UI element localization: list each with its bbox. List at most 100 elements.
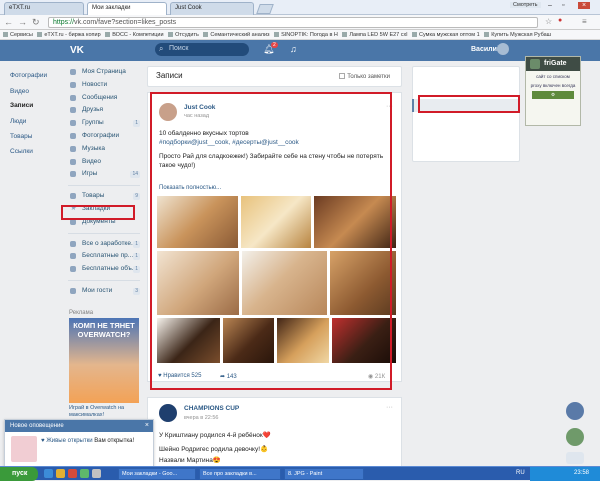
chat-icon[interactable]: [566, 452, 584, 464]
filter-links[interactable]: Ссылки: [10, 148, 33, 155]
bag-icon: [70, 193, 76, 200]
bookmark-item[interactable]: Отсудить: [168, 30, 199, 38]
post-author[interactable]: CHAMPIONS CUP: [184, 405, 239, 412]
maximize-icon[interactable]: ▫: [562, 2, 564, 9]
advertisement[interactable]: Реклама КОМП НЕ ТЯНЕТ OVERWATCH? Играй в…: [69, 310, 141, 419]
feed-header: Записи Только заметки: [147, 66, 402, 87]
filter-people[interactable]: Люди: [10, 118, 26, 125]
sidebar-item-group-2[interactable]: Бесплатные пр... 1: [68, 250, 140, 263]
close-icon[interactable]: ×: [145, 422, 149, 429]
minimize-icon[interactable]: –: [548, 2, 552, 9]
quicklaunch-icon[interactable]: [92, 469, 101, 478]
sidebar-item-goods[interactable]: Товары 9: [68, 190, 140, 203]
tab-bookmarks[interactable]: Мои закладки: [87, 2, 167, 15]
bookmark-item[interactable]: eTXT.ru - биржа копир: [37, 30, 101, 38]
browser-tabstrip: eTXT.ru Мои закладки Just Cook Смотреть …: [0, 0, 600, 15]
star-icon[interactable]: ☆: [545, 17, 552, 26]
tab-just-cook[interactable]: Just Cook: [170, 2, 254, 15]
bookmark-item[interactable]: SINOPTIK: Погода в Н: [274, 30, 338, 38]
quicklaunch-icon[interactable]: [56, 469, 65, 478]
new-tab-button[interactable]: [256, 4, 274, 14]
language-indicator[interactable]: RU: [516, 470, 525, 476]
ad-text[interactable]: Играй в Overwatch на максималках!: [69, 405, 141, 419]
ad-image[interactable]: КОМП НЕ ТЯНЕТ OVERWATCH?: [69, 318, 139, 403]
clock[interactable]: 23:58: [574, 470, 589, 476]
search-input[interactable]: ⌕ Поиск: [155, 43, 249, 56]
bookmark-item[interactable]: Лампа LED 5W E27 cxl: [342, 30, 407, 38]
ad-title: Реклама: [69, 310, 94, 316]
message-icon: [70, 94, 76, 101]
start-button[interactable]: пуск: [0, 467, 38, 481]
close-icon[interactable]: ×: [578, 2, 591, 9]
left-sidebar: Моя Страница Новости Сообщения Друзья Гр…: [68, 66, 140, 298]
group-icon: [70, 266, 76, 273]
notification-text[interactable]: ♥ Живые открытки Вам открытка!: [41, 438, 134, 444]
quicklaunch-icon[interactable]: [80, 469, 89, 478]
forward-icon[interactable]: →: [18, 17, 27, 27]
avatar[interactable]: [497, 43, 509, 55]
music-icon[interactable]: ♫: [290, 44, 297, 54]
frigate-settings-button[interactable]: ⚙: [532, 91, 574, 99]
guests-icon: [70, 287, 76, 294]
sidebar-item-video[interactable]: Видео: [68, 156, 140, 169]
sidebar-item-my-page[interactable]: Моя Страница: [68, 66, 140, 79]
taskbar-item[interactable]: Мои закладки - Goo...: [118, 468, 196, 480]
sidebar-item-games[interactable]: Игры 14: [68, 168, 140, 181]
page-title: Записи: [156, 71, 183, 80]
sidebar-item-group-3[interactable]: Бесплатные объ... 1: [68, 263, 140, 276]
filter-posts[interactable]: Записи: [10, 102, 33, 109]
games-icon: [70, 171, 76, 178]
menu-icon[interactable]: ≡: [582, 17, 587, 26]
notification-toast[interactable]: Новое оповещение × ♥ Живые открытки Вам …: [4, 419, 154, 467]
sidebar-item-news[interactable]: Новости: [68, 79, 140, 92]
back-icon[interactable]: ←: [4, 17, 13, 27]
taskbar-item[interactable]: Все про закладки в...: [199, 468, 281, 480]
sidebar-item-photos[interactable]: Фотографии: [68, 130, 140, 143]
bookmark-item[interactable]: Сервисы: [3, 30, 33, 38]
sidebar-item-groups[interactable]: Группы 1: [68, 117, 140, 130]
bookmark-item[interactable]: Семантический анализ: [203, 30, 270, 38]
extension-icon[interactable]: ●: [558, 17, 562, 24]
feed-header-wrap: Записи Только заметки: [147, 66, 402, 87]
sidebar-item-group-1[interactable]: Все о заработке... 1: [68, 238, 140, 251]
url-field[interactable]: https://vk.com/fave?section=likes_posts: [48, 17, 538, 28]
filter-goods[interactable]: Товары: [10, 133, 32, 140]
more-icon[interactable]: ···: [386, 404, 393, 411]
news-icon: [70, 81, 76, 88]
groups-icon: [70, 120, 76, 127]
quicklaunch-icon[interactable]: [68, 469, 77, 478]
post-time[interactable]: вчера в 22:56: [184, 415, 218, 421]
reload-icon[interactable]: ↻: [32, 17, 40, 28]
bookmark-item[interactable]: Сумка мужская оптом 1: [412, 30, 480, 38]
frigate-sub1: сайт со списком: [536, 74, 570, 79]
only-notes-checkbox[interactable]: Только заметки: [339, 73, 390, 80]
bookmark-item[interactable]: ВОСС - Компетиции: [105, 30, 164, 38]
sidebar-item-music[interactable]: Музыка: [68, 143, 140, 156]
address-bar-row: ← → ↻ https://vk.com/fave?section=likes_…: [0, 15, 600, 30]
music-fab-icon[interactable]: [566, 402, 584, 420]
frigate-popup[interactable]: friGate сайт со списком proxy включен вс…: [525, 56, 581, 126]
notifications-badge: 2: [271, 42, 278, 48]
tab-etxt[interactable]: eTXT.ru: [4, 2, 84, 15]
quicklaunch-icon[interactable]: [44, 469, 53, 478]
filter-video[interactable]: Видео: [10, 88, 29, 95]
post-avatar[interactable]: [159, 404, 177, 422]
vk-logo[interactable]: VK: [70, 45, 86, 56]
bookmarks-bar: Сервисы eTXT.ru - биржа копир ВОСС - Ком…: [0, 30, 600, 40]
contact-avatar[interactable]: [566, 428, 584, 446]
highlight-posts-filter: [418, 95, 520, 113]
frigate-sub2: proxy включен всегда: [530, 82, 576, 88]
system-tray: RU 23:58: [516, 467, 600, 481]
search-icon: ⌕: [159, 44, 164, 53]
bookmark-item[interactable]: Купить Мужская Рубаш: [484, 30, 551, 38]
checkbox-icon: [339, 73, 346, 79]
vk-header: [0, 40, 600, 61]
taskbar-item[interactable]: 8. JPG - Paint: [284, 468, 364, 480]
right-filter-menu: [412, 66, 520, 162]
video-icon: [70, 158, 76, 165]
sidebar-item-messages[interactable]: Сообщения: [68, 92, 140, 105]
notification-image: [11, 436, 37, 462]
filter-photos[interactable]: Фотографии: [10, 72, 47, 79]
sidebar-item-friends[interactable]: Друзья: [68, 104, 140, 117]
sidebar-item-guests[interactable]: Мои гости 3: [68, 285, 140, 298]
